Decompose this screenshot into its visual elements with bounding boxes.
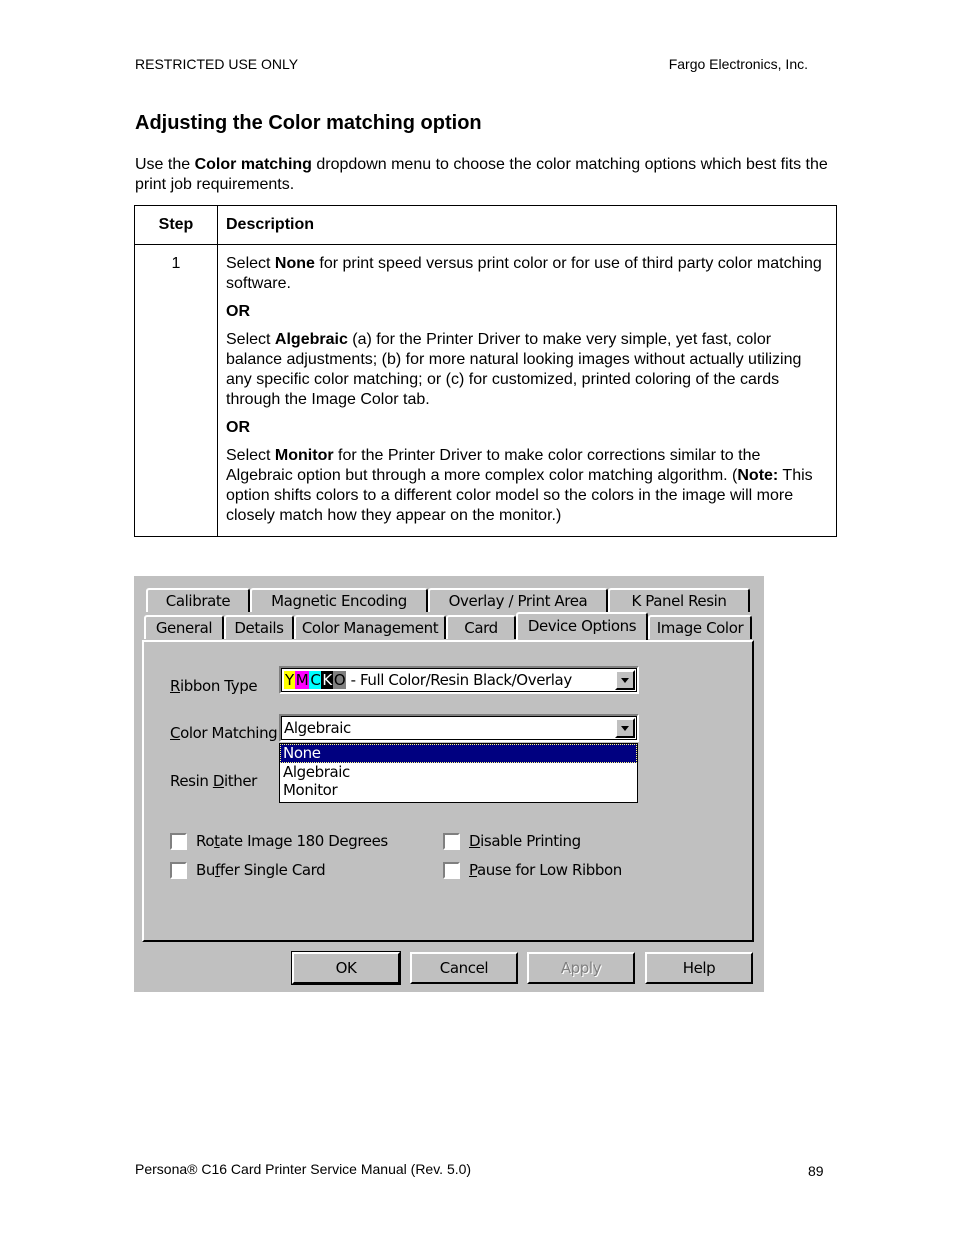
cancel-button[interactable]: Cancel [410, 952, 518, 984]
or-separator: OR [226, 419, 250, 436]
buffer-single-card-label[interactable]: Buffer Single Card [196, 861, 326, 879]
steps-table: Step Description 1 Select None for print… [134, 205, 837, 537]
ribbon-swatch-c: C [309, 671, 322, 689]
section-title: Adjusting the Color matching option [135, 112, 482, 134]
rotate-image-label[interactable]: Rotate Image 180 Degrees [196, 832, 388, 850]
table-header-row: Step Description [134, 205, 837, 245]
rotate-image-checkbox[interactable] [170, 833, 187, 850]
table-row: 1 Select None for print speed versus pri… [134, 244, 837, 537]
step-number: 1 [134, 244, 218, 537]
tab-k-panel-resin[interactable]: K Panel Resin [608, 588, 750, 612]
footer-manual-title: Persona® C16 Card Printer Service Manual… [135, 1161, 472, 1177]
intro-text: Use the [135, 156, 195, 173]
pause-low-ribbon-label[interactable]: Pause for Low Ribbon [469, 861, 622, 879]
header-step: Step [134, 205, 218, 245]
header-description: Description [217, 205, 837, 245]
color-matching-value: Algebraic [284, 719, 351, 737]
ribbon-swatch-k: K [321, 671, 333, 689]
page-number: 89 [808, 1163, 824, 1179]
option-algebraic-text: Select Algebraic (a) for the Printer Dri… [226, 331, 802, 408]
ribbon-type-dropdown[interactable]: YMCKO - Full Color/Resin Black/Overlay [279, 666, 639, 694]
ribbon-swatch-m: M [294, 671, 310, 689]
printer-properties-dialog: Calibrate Magnetic Encoding Overlay / Pr… [134, 576, 764, 992]
tab-calibrate[interactable]: Calibrate [146, 588, 250, 612]
ribbon-type-label: Ribbon Type [170, 677, 258, 695]
ok-button[interactable]: OK [291, 951, 401, 985]
color-matching-options-list[interactable]: None Algebraic Monitor [279, 743, 638, 803]
intro-bold: Color matching [194, 156, 312, 173]
ribbon-swatch-o: O [332, 671, 347, 689]
tab-general[interactable]: General [144, 615, 224, 639]
disable-printing-label[interactable]: Disable Printing [469, 832, 581, 850]
option-none[interactable]: None [280, 744, 637, 763]
option-none-text: Select None for print speed versus print… [226, 255, 822, 292]
help-button[interactable]: Help [645, 952, 753, 984]
tab-card[interactable]: Card [446, 615, 516, 639]
disable-printing-checkbox[interactable] [443, 833, 460, 850]
pause-low-ribbon-checkbox[interactable] [443, 862, 460, 879]
header-company: Fargo Electronics, Inc. [668, 56, 808, 72]
chevron-down-icon[interactable] [615, 718, 635, 738]
ribbon-swatch-y: Y [284, 671, 295, 689]
tab-magnetic-encoding[interactable]: Magnetic Encoding [250, 588, 428, 612]
color-matching-dropdown[interactable]: Algebraic [279, 714, 639, 742]
option-monitor-text: Select Monitor for the Printer Driver to… [226, 447, 813, 524]
chevron-down-icon[interactable] [615, 670, 635, 690]
tab-overlay-print-area[interactable]: Overlay / Print Area [428, 588, 608, 612]
option-monitor[interactable]: Monitor [280, 781, 637, 800]
tab-image-color[interactable]: Image Color [648, 615, 752, 639]
ymcko-swatches: YMCKO [284, 671, 347, 689]
buffer-single-card-checkbox[interactable] [170, 862, 187, 879]
header-restricted: RESTRICTED USE ONLY [135, 56, 299, 72]
step-description: Select None for print speed versus print… [217, 244, 837, 537]
tab-color-management[interactable]: Color Management [294, 615, 446, 639]
tab-details[interactable]: Details [224, 615, 294, 639]
intro-paragraph: Use the Color matching dropdown menu to … [135, 155, 835, 195]
color-matching-label: Color Matching [170, 724, 278, 742]
or-separator: OR [226, 303, 250, 320]
apply-button[interactable]: Apply [527, 952, 635, 984]
tab-device-options[interactable]: Device Options [516, 612, 648, 640]
resin-dither-label: Resin Dither [170, 772, 257, 790]
option-algebraic[interactable]: Algebraic [280, 763, 637, 782]
ribbon-type-value: YMCKO - Full Color/Resin Black/Overlay [284, 671, 572, 689]
